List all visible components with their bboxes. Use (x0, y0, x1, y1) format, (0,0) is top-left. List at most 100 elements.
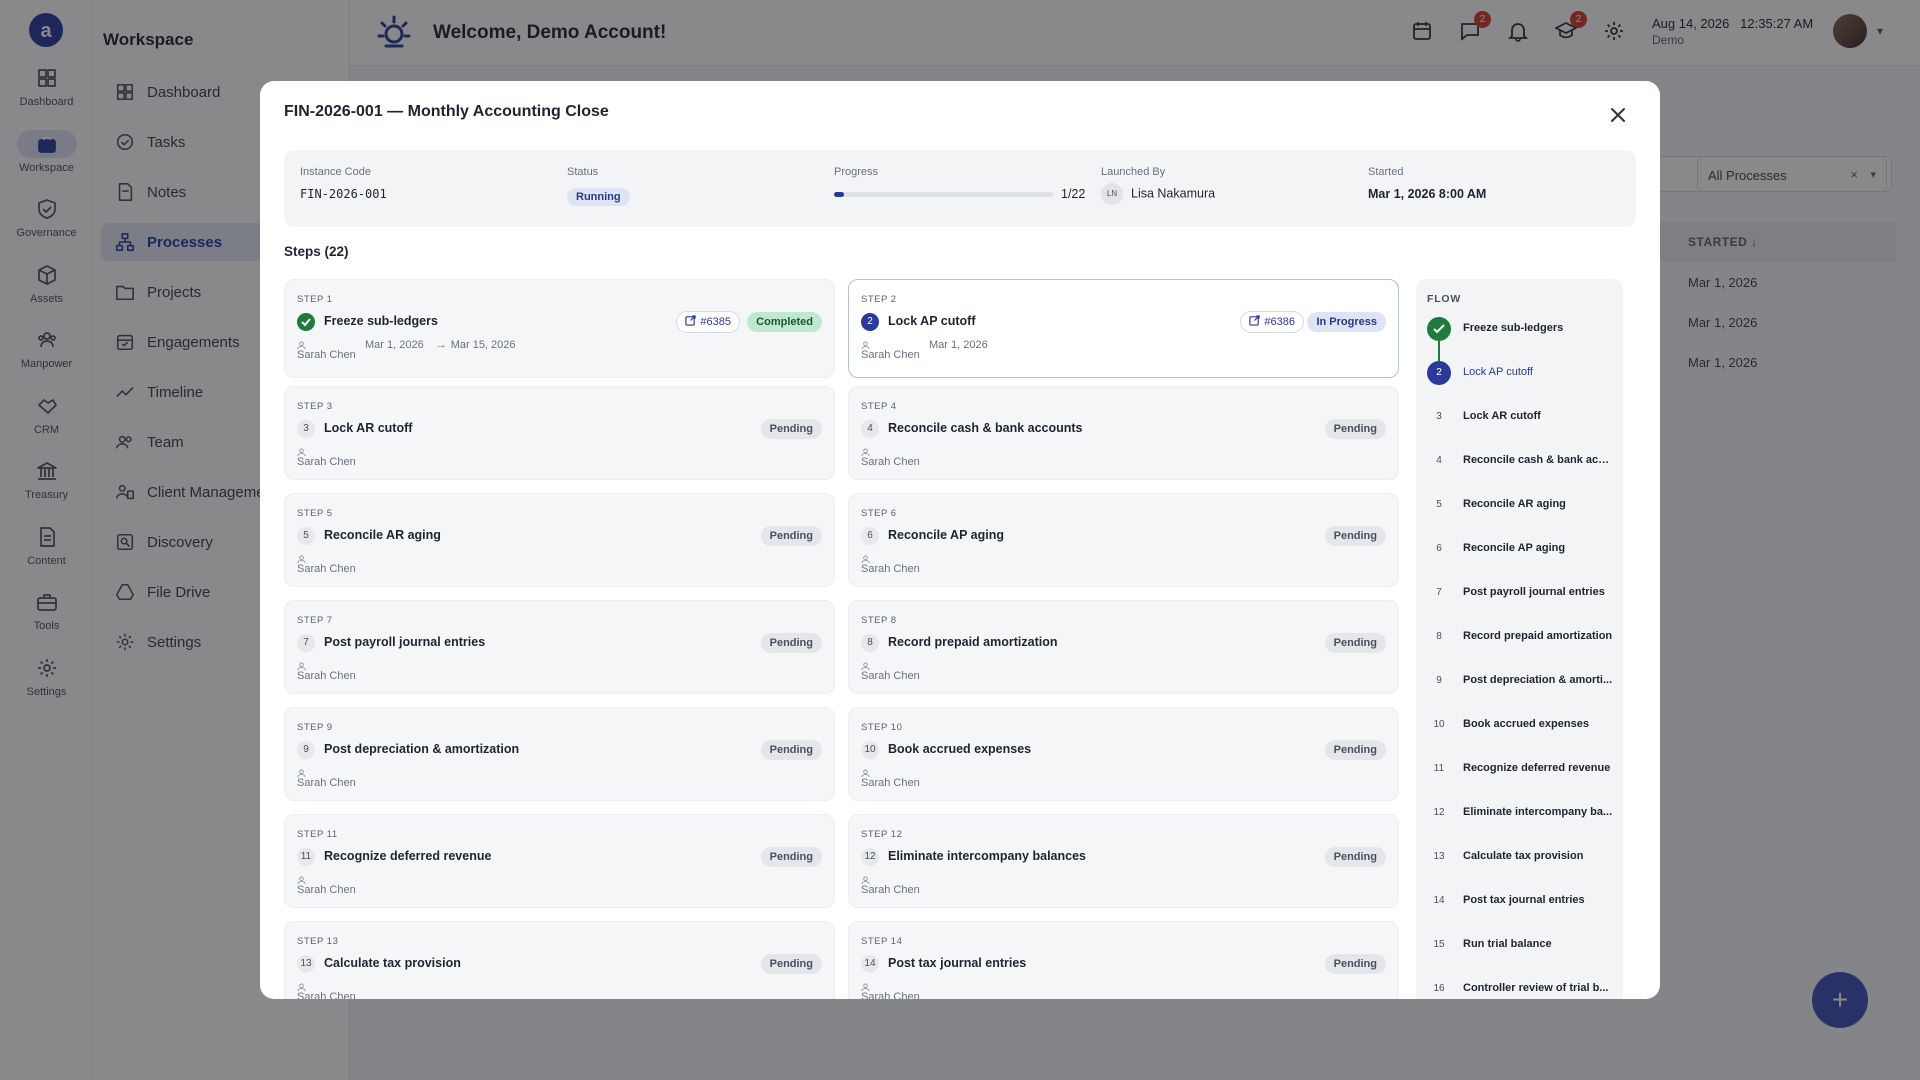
flow-item[interactable]: 15 Run trial balance (1427, 933, 1617, 957)
step-name: Calculate tax provision (324, 956, 461, 970)
flow-item[interactable]: 13 Calculate tax provision (1427, 845, 1617, 869)
check-icon (301, 318, 311, 327)
launched-by-value: Lisa Nakamura (1131, 186, 1216, 201)
modal-title: FIN-2026-001 — Monthly Accounting Close (284, 103, 609, 120)
step-card[interactable]: STEP 6 6 Reconcile AP aging Sarah Chen Pendi… (848, 493, 1399, 587)
flow-item[interactable]: 11 Recognize deferred revenue (1427, 757, 1617, 781)
person-icon (297, 551, 306, 564)
instance-summary: Instance Code FIN-2026-001 Status Runnin… (284, 150, 1636, 227)
step-card[interactable]: STEP 4 4 Reconcile cash & bank accounts Sar… (848, 386, 1399, 480)
step-assignee: Sarah Chen (861, 563, 920, 575)
step-label: STEP 6 (861, 508, 897, 519)
flow-item[interactable]: 5 Reconcile AR aging (1427, 493, 1617, 517)
flow-item[interactable]: 14 Post tax journal entries (1427, 889, 1617, 913)
status-badge: Pending (760, 740, 822, 760)
status-badge: Pending (760, 847, 822, 867)
instance-code-block: Instance Code FIN-2026-001 (300, 166, 387, 201)
step-start-date: Mar 1, 2026 (929, 339, 988, 351)
step-card[interactable]: STEP 13 13 Calculate tax provision Sarah Ch… (284, 921, 835, 999)
flow-step-name: Book accrued expenses (1463, 718, 1589, 730)
step-label: STEP 5 (297, 508, 333, 519)
flow-step-number: 2 (1427, 361, 1451, 385)
flow-step-number: 11 (1433, 763, 1445, 774)
flow-item[interactable]: 3 Lock AR cutoff (1427, 405, 1617, 429)
status-badge: Pending (760, 526, 822, 546)
flow-item[interactable]: 7 Post payroll journal entries (1427, 581, 1617, 605)
step-card[interactable]: STEP 5 5 Reconcile AR aging Sarah Chen Pendi… (284, 493, 835, 587)
flow-item[interactable]: 10 Book accrued expenses (1427, 713, 1617, 737)
step-label: STEP 9 (297, 722, 333, 733)
step-card[interactable]: STEP 10 10 Book accrued expenses Sarah Chen… (848, 707, 1399, 801)
step-assignee: Sarah Chen (861, 456, 920, 468)
step-card[interactable]: STEP 9 9 Post depreciation & amortization S… (284, 707, 835, 801)
person-icon (297, 765, 306, 778)
step-card[interactable]: STEP 3 3 Lock AR cutoff Sarah Chen Pending (284, 386, 835, 480)
arrow-right-icon: → (435, 339, 447, 351)
step-label: STEP 3 (297, 401, 333, 412)
flow-step-name: Reconcile AR aging (1463, 498, 1566, 510)
status-label: Status (567, 166, 599, 178)
step-card[interactable]: STEP 8 8 Record prepaid amortization Sarah … (848, 600, 1399, 694)
flow-step-name: Eliminate intercompany ba... (1463, 806, 1613, 818)
step-assignee: Sarah Chen (861, 670, 920, 682)
flow-step-name: Post tax journal entries (1463, 894, 1585, 906)
step-card[interactable]: STEP 12 12 Eliminate intercompany balances… (848, 814, 1399, 908)
status-block: Status Running (567, 166, 630, 206)
flow-item[interactable]: 4 Reconcile cash & bank acc... (1427, 449, 1617, 473)
step-number: 14 (861, 955, 879, 973)
flow-step-number: 5 (1436, 499, 1442, 510)
step-label: STEP 13 (297, 936, 339, 947)
flow-item[interactable]: 2 Lock AP cutoff (1427, 361, 1617, 385)
step-card[interactable]: STEP 11 11 Recognize deferred revenue Sarah… (284, 814, 835, 908)
step-card[interactable]: STEP 7 7 Post payroll journal entries Sarah… (284, 600, 835, 694)
instance-code-label: Instance Code (300, 166, 371, 178)
flow-item[interactable]: 12 Eliminate intercompany ba... (1427, 801, 1617, 825)
flow-title: FLOW (1427, 293, 1462, 305)
flow-item[interactable]: Freeze sub-ledgers (1427, 317, 1617, 341)
step-start-date: Mar 1, 2026 (365, 339, 424, 351)
flow-step-number: 16 (1433, 983, 1445, 994)
step-assignee: Sarah Chen (861, 349, 920, 361)
flow-step-name: Recognize deferred revenue (1463, 762, 1611, 774)
step-number: 10 (861, 741, 879, 759)
step-label: STEP 1 (297, 294, 333, 305)
step-card[interactable]: STEP 2 2 Lock AP cutoff Sarah Chen Mar 1, 20… (848, 279, 1399, 378)
instance-code-value: FIN-2026-001 (300, 187, 387, 201)
step-number: 5 (297, 527, 315, 545)
step-assignee: Sarah Chen (297, 991, 356, 999)
flow-step-name: Lock AP cutoff (1463, 366, 1533, 378)
step-card[interactable]: STEP 14 14 Post tax journal entries Sarah C… (848, 921, 1399, 999)
flow-item[interactable]: 16 Controller review of trial b... (1427, 977, 1617, 999)
flow-step-name: Controller review of trial b... (1463, 982, 1609, 994)
person-icon (861, 337, 870, 350)
process-instance-modal: FIN-2026-001 — Monthly Accounting Close … (260, 81, 1660, 999)
flow-step-number: 13 (1433, 851, 1445, 862)
step-name: Freeze sub-ledgers (324, 314, 438, 328)
step-card[interactable]: STEP 1 Freeze sub-ledgers Sarah Chen Mar 1,… (284, 279, 835, 378)
check-icon (1433, 324, 1445, 334)
person-icon (297, 444, 306, 457)
started-block: Started Mar 1, 2026 8:00 AM (1368, 166, 1486, 201)
flow-item[interactable]: 6 Reconcile AP aging (1427, 537, 1617, 561)
status-badge: Pending (760, 954, 822, 974)
step-due-date: Mar 15, 2026 (450, 339, 516, 351)
linked-task-button[interactable]: #6386 (1240, 311, 1304, 333)
close-icon[interactable] (1606, 103, 1630, 127)
flow-step-number: 8 (1436, 631, 1442, 642)
person-icon (861, 872, 870, 885)
flow-item[interactable]: 9 Post depreciation & amorti... (1427, 669, 1617, 693)
flow-step-number: 14 (1433, 895, 1445, 906)
step-name: Reconcile AR aging (324, 528, 441, 542)
person-icon (297, 658, 306, 671)
step-assignee: Sarah Chen (297, 884, 356, 896)
flow-item[interactable]: 8 Record prepaid amortization (1427, 625, 1617, 649)
linked-task-button[interactable]: #6385 (676, 311, 740, 333)
step-label: STEP 7 (297, 615, 333, 626)
person-icon (297, 337, 306, 350)
step-assignee: Sarah Chen (297, 349, 356, 361)
flow-step-number (1427, 317, 1451, 341)
step-number: 12 (861, 848, 879, 866)
step-number: 4 (861, 420, 879, 438)
step-assignee: Sarah Chen (297, 563, 356, 575)
flow-step-number: 15 (1433, 939, 1445, 950)
